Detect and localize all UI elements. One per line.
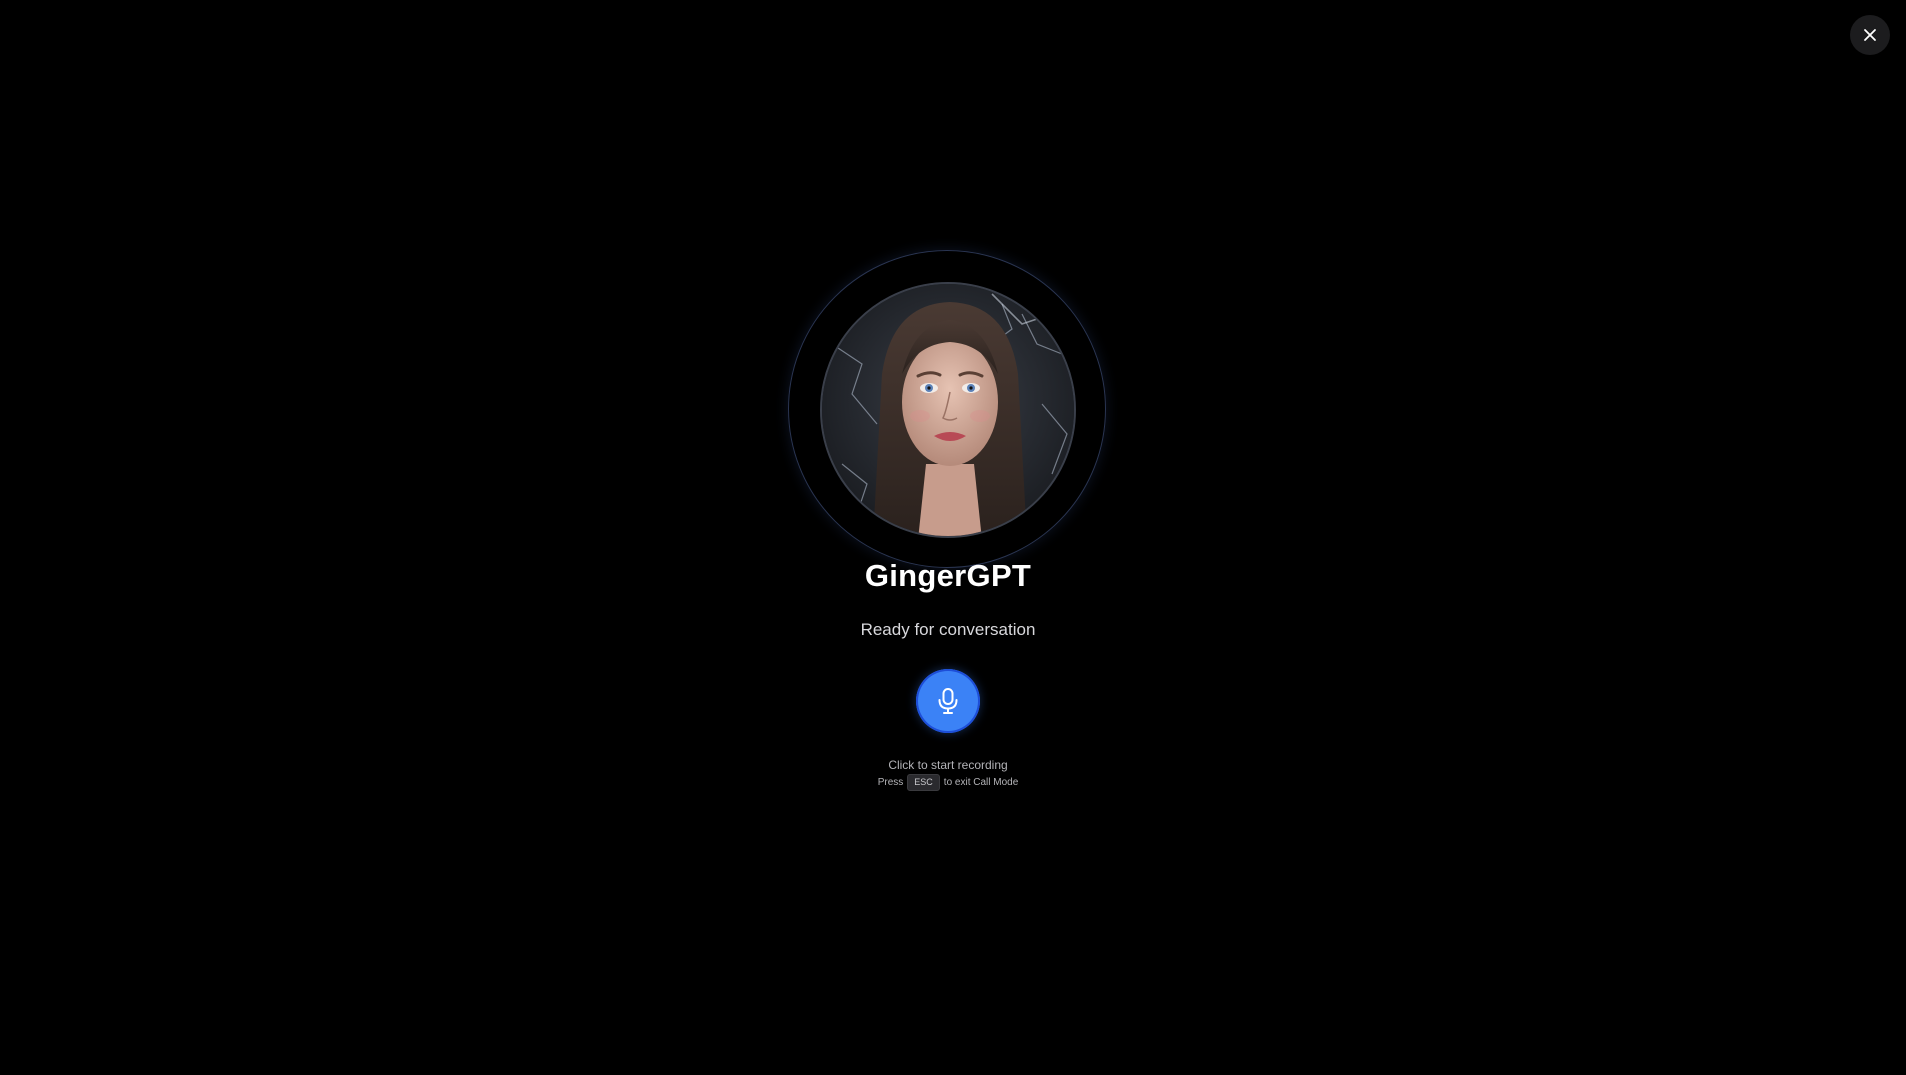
microphone-icon — [938, 688, 958, 714]
status-text: Ready for conversation — [860, 620, 1036, 639]
record-hint: Click to start recording — [888, 758, 1008, 772]
close-icon — [1864, 29, 1876, 41]
call-mode-screen: GingerGPT Ready for conversation Click t… — [0, 0, 1906, 1075]
record-button[interactable] — [916, 669, 980, 733]
esc-prefix: Press — [877, 777, 904, 788]
avatar-portrait-image — [822, 284, 1074, 536]
esc-suffix: to exit Call Mode — [943, 777, 1019, 788]
esc-hint: Press ESC to exit Call Mode — [0, 774, 1896, 791]
assistant-name: GingerGPT — [864, 558, 1032, 593]
esc-key-badge: ESC — [907, 774, 940, 791]
close-button[interactable] — [1850, 15, 1890, 55]
avatar — [820, 282, 1076, 538]
